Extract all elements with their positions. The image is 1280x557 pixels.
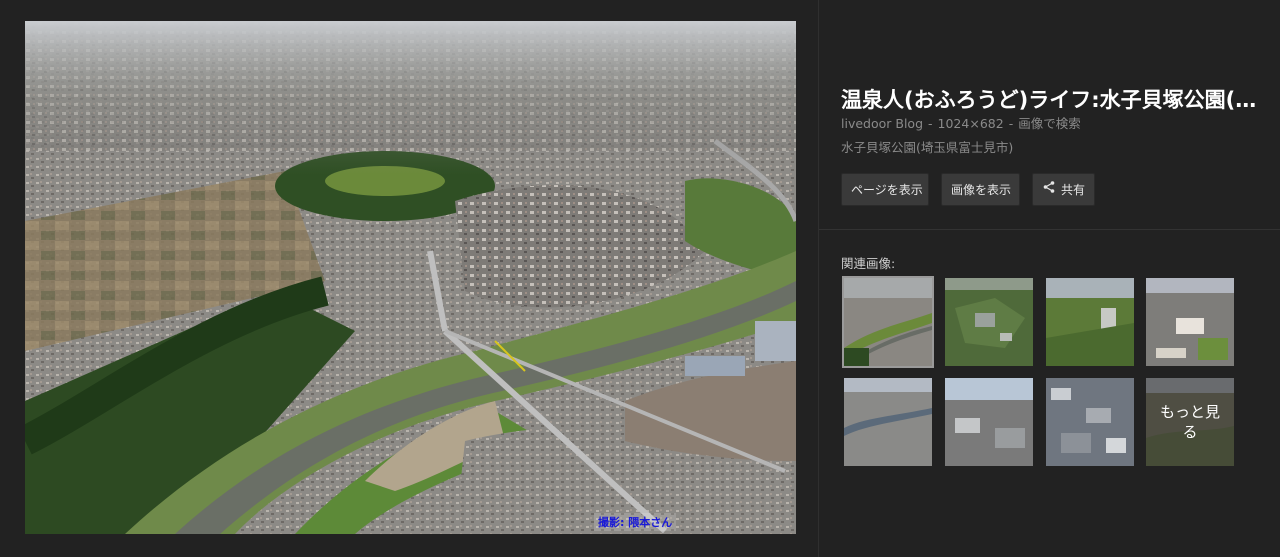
view-image-button[interactable]: 画像を表示 bbox=[941, 173, 1020, 206]
main-preview-image[interactable]: 撮影: 隈本さん bbox=[25, 21, 796, 534]
related-thumbnail[interactable] bbox=[945, 378, 1033, 466]
image-dimensions: 1024×682 bbox=[937, 116, 1004, 131]
related-thumbnail[interactable] bbox=[842, 276, 934, 368]
image-meta: livedoor Blog -1024×682- 画像で検索 bbox=[841, 113, 1081, 132]
more-images-tile[interactable]: もっと見る bbox=[1146, 378, 1234, 466]
source-link[interactable]: livedoor Blog bbox=[841, 116, 923, 131]
related-thumbnail[interactable] bbox=[1146, 278, 1234, 366]
related-thumbnail[interactable] bbox=[945, 278, 1033, 366]
image-info-pane: 温泉人(おふろうど)ライフ:水子貝塚公園(埼玉県富士見市) livedoor B… bbox=[819, 0, 1280, 557]
related-images-label: 関連画像: bbox=[841, 256, 896, 271]
share-label: 共有 bbox=[1061, 183, 1086, 197]
view-page-button[interactable]: ページを表示 bbox=[841, 173, 929, 206]
aerial-photo bbox=[25, 21, 796, 534]
related-thumbnail[interactable] bbox=[1046, 278, 1134, 366]
image-caption: 水子貝塚公園(埼玉県富士見市) bbox=[841, 140, 1014, 155]
meta-separator: - bbox=[1008, 116, 1014, 131]
related-thumbnail[interactable] bbox=[1046, 378, 1134, 466]
section-divider bbox=[819, 229, 1280, 230]
more-line-1: もっと見 bbox=[1159, 403, 1220, 421]
meta-separator: - bbox=[928, 116, 933, 131]
share-button[interactable]: 共有 bbox=[1032, 173, 1095, 206]
photo-credit: 撮影: 隈本さん bbox=[594, 513, 677, 531]
more-images-label: もっと見る bbox=[1146, 378, 1234, 466]
image-preview-pane: 撮影: 隈本さん bbox=[0, 0, 818, 557]
share-icon bbox=[1043, 173, 1055, 206]
more-line-2: る bbox=[1182, 423, 1198, 441]
search-by-image-link[interactable]: 画像で検索 bbox=[1018, 116, 1081, 131]
image-title[interactable]: 温泉人(おふろうど)ライフ:水子貝塚公園(埼玉県富士見市) bbox=[841, 84, 1261, 114]
related-thumbnail[interactable] bbox=[844, 378, 932, 466]
